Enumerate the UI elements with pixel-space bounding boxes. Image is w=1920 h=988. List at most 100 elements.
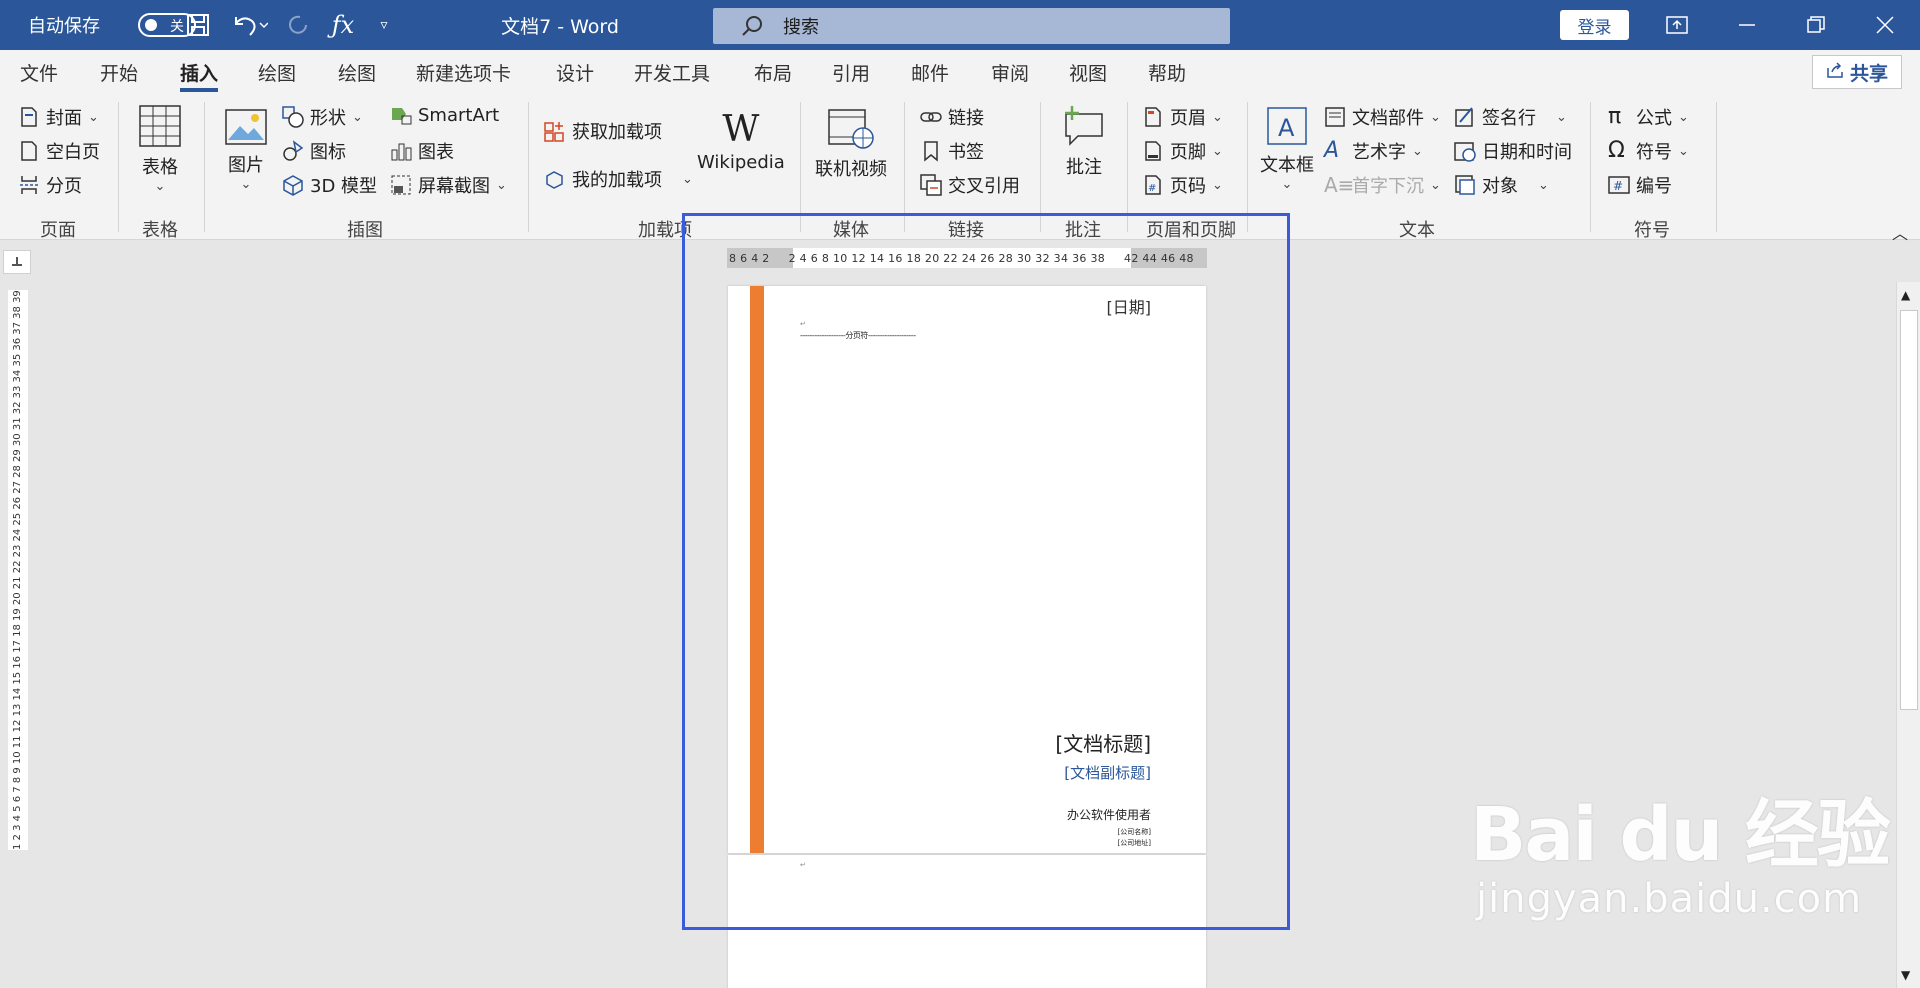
date-time-label: 日期和时间 <box>1482 142 1572 163</box>
smartart-button[interactable]: SmartArt <box>390 104 499 126</box>
picture-button[interactable]: 图片 ⌄ <box>224 108 268 192</box>
comment-icon <box>1062 104 1106 153</box>
page-break-button[interactable]: 分页 <box>18 172 82 198</box>
object-icon <box>1454 174 1476 196</box>
wordart-button[interactable]: A 艺术字 ⌄ <box>1324 138 1423 164</box>
tab-selector[interactable] <box>3 250 31 274</box>
watermark-logo: Bai du 经验 <box>1470 792 1891 878</box>
object-button[interactable]: 对象 ⌄ <box>1454 172 1549 198</box>
shapes-button[interactable]: 形状 ⌄ <box>282 104 363 130</box>
tab-draw-2[interactable]: 绘图 <box>338 50 376 94</box>
text-box-icon: A <box>1264 106 1310 151</box>
tab-draw[interactable]: 绘图 <box>258 50 296 94</box>
vertical-scrollbar[interactable]: ▲ ▼ <box>1896 282 1920 988</box>
quick-parts-icon <box>1324 106 1346 128</box>
pi-icon: π <box>1608 104 1622 129</box>
chart-button[interactable]: 图表 <box>390 138 454 164</box>
chevron-down-icon: ⌄ <box>1556 109 1567 125</box>
text-box-button[interactable]: A 文本框 ⌄ <box>1260 106 1314 192</box>
picture-label: 图片 <box>228 155 264 176</box>
signature-line-label: 签名行 <box>1482 108 1536 129</box>
my-addins-button[interactable]: 我的加载项 ⌄ <box>544 166 693 192</box>
ribbon-display-icon[interactable] <box>1647 0 1707 50</box>
quick-parts-button[interactable]: 文档部件 ⌄ <box>1324 104 1441 130</box>
online-video-button[interactable]: 联机视频 <box>815 108 887 181</box>
table-button[interactable]: 表格 ⌄ <box>138 104 182 194</box>
undo-icon[interactable] <box>225 0 275 50</box>
screenshot-label: 屏幕截图 <box>418 176 490 197</box>
chevron-down-icon: ⌄ <box>1678 109 1689 125</box>
shapes-label: 形状 <box>310 108 346 129</box>
chevron-down-icon: ⌄ <box>1212 143 1223 159</box>
blank-page-button[interactable]: 空白页 <box>18 138 100 164</box>
header-label: 页眉 <box>1170 108 1206 129</box>
chevron-down-icon: ⌄ <box>496 177 507 193</box>
signature-line-icon <box>1454 106 1476 128</box>
tab-new[interactable]: 新建选项卡 <box>416 50 511 94</box>
date-time-button[interactable]: 日期和时间 <box>1454 138 1572 164</box>
header-button[interactable]: 页眉 ⌄ <box>1142 104 1223 130</box>
redo-icon[interactable] <box>280 0 316 50</box>
cover-page-button[interactable]: 封面 ⌄ <box>18 104 99 130</box>
page-number-button[interactable]: # 页码 ⌄ <box>1142 172 1223 198</box>
comment-label: 批注 <box>1066 157 1102 178</box>
page-number-icon: # <box>1142 174 1164 196</box>
group-text-label: 文本 <box>1399 220 1435 241</box>
number-button[interactable]: # 编号 <box>1608 172 1672 198</box>
chevron-down-icon: ⌄ <box>1678 143 1689 159</box>
equation-button[interactable]: π 公式 ⌄ <box>1608 104 1689 130</box>
tab-layout[interactable]: 布局 <box>754 50 792 94</box>
number-label: 编号 <box>1636 176 1672 197</box>
share-button[interactable]: 共享 <box>1812 55 1902 89</box>
tab-insert[interactable]: 插入 <box>180 50 219 94</box>
drop-cap-icon: A≡ <box>1324 173 1355 197</box>
scroll-up-icon[interactable]: ▲ <box>1901 288 1910 302</box>
link-icon <box>920 106 942 128</box>
screenshot-button[interactable]: 屏幕截图 ⌄ <box>390 172 507 198</box>
tab-review[interactable]: 审阅 <box>991 50 1029 94</box>
tab-design[interactable]: 设计 <box>556 50 594 94</box>
scroll-down-icon[interactable]: ▼ <box>1901 968 1910 982</box>
bookmark-button[interactable]: 书签 <box>920 138 984 164</box>
autosave-control[interactable]: 自动保存 关 <box>28 0 196 50</box>
page-break-icon <box>18 174 40 196</box>
footer-button[interactable]: 页脚 ⌄ <box>1142 138 1223 164</box>
get-addins-button[interactable]: 获取加载项 <box>544 118 662 144</box>
customize-qat-icon[interactable]: ▿ <box>372 0 396 50</box>
cross-reference-button[interactable]: 交叉引用 <box>920 172 1020 198</box>
scrollbar-thumb[interactable] <box>1900 310 1918 710</box>
wikipedia-icon: W <box>722 109 760 150</box>
cross-reference-icon <box>920 174 942 196</box>
online-video-icon <box>827 108 875 155</box>
tab-file[interactable]: 文件 <box>20 50 58 94</box>
group-tables-label: 表格 <box>142 220 178 241</box>
footer-icon <box>1142 140 1164 162</box>
vertical-ruler[interactable]: 1 2 3 4 5 6 7 8 9 10 11 12 13 14 15 16 1… <box>8 290 28 850</box>
tab-home[interactable]: 开始 <box>100 50 138 94</box>
formula-icon[interactable]: ƒx <box>325 0 361 50</box>
tab-mailings[interactable]: 邮件 <box>911 50 949 94</box>
signature-line-button[interactable]: 签名行 ⌄ <box>1454 104 1567 130</box>
document-title: 文档7 - Word <box>501 15 619 38</box>
save-icon[interactable] <box>180 0 216 50</box>
svg-text:#: # <box>1148 183 1156 194</box>
drop-cap-button[interactable]: A≡ 首字下沉 ⌄ <box>1324 172 1441 198</box>
close-icon[interactable] <box>1855 0 1915 50</box>
icons-button[interactable]: 图标 <box>282 138 346 164</box>
wikipedia-button[interactable]: W Wikipedia <box>697 108 785 173</box>
3d-model-button[interactable]: 3D 模型 <box>282 172 377 198</box>
link-button[interactable]: 链接 <box>920 104 984 130</box>
restore-icon[interactable] <box>1786 0 1846 50</box>
new-comment-button[interactable]: 批注 <box>1062 104 1106 179</box>
tab-developer[interactable]: 开发工具 <box>634 50 710 94</box>
search-box[interactable]: 搜索 <box>713 8 1230 44</box>
login-button[interactable]: 登录 <box>1560 10 1629 40</box>
tab-help[interactable]: 帮助 <box>1148 50 1186 94</box>
store-icon <box>544 120 566 142</box>
tab-view[interactable]: 视图 <box>1069 50 1107 94</box>
minimize-icon[interactable] <box>1717 0 1777 50</box>
tab-references[interactable]: 引用 <box>832 50 870 94</box>
picture-icon <box>224 108 268 151</box>
symbol-button[interactable]: Ω 符号 ⌄ <box>1608 138 1689 164</box>
text-box-label: 文本框 <box>1260 155 1314 176</box>
